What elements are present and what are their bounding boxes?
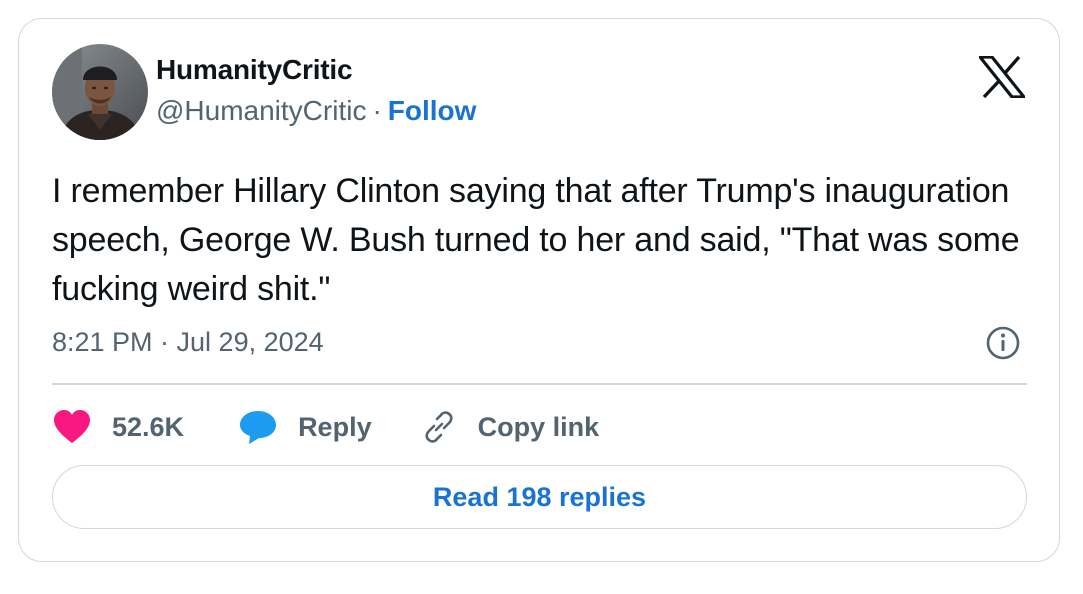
reply-label: Reply: [298, 411, 372, 442]
speech-bubble-icon: [240, 411, 277, 444]
follow-link[interactable]: Follow: [388, 95, 477, 126]
reply-button[interactable]: Reply: [238, 409, 372, 445]
avatar-photo: [52, 44, 148, 140]
like-button[interactable]: 52.6K: [52, 409, 184, 445]
divider: [52, 383, 1027, 385]
author-handle[interactable]: @HumanityCritic: [156, 95, 366, 126]
tweet-text: I remember Hillary Clinton saying that a…: [52, 172, 1020, 308]
like-count: 52.6K: [112, 411, 185, 442]
copy-link-label: Copy link: [477, 411, 600, 442]
author-display-name[interactable]: HumanityCritic: [156, 54, 353, 86]
link-icon: [425, 411, 453, 443]
read-replies-button[interactable]: Read 198 replies: [52, 465, 1027, 529]
tweet-embed-card: HumanityCritic @HumanityCritic · Follow I …: [18, 18, 1060, 562]
info-icon[interactable]: [985, 325, 1021, 361]
action-bar: 52.6K Reply Copy link: [52, 405, 599, 449]
tweet-timestamp[interactable]: 8:21 PM · Jul 29, 2024: [52, 327, 324, 358]
author-handle-row: @HumanityCritic · Follow: [156, 95, 476, 127]
avatar[interactable]: [52, 44, 148, 140]
copy-link-button[interactable]: Copy link: [420, 408, 600, 446]
separator-dot: ·: [372, 95, 382, 126]
heart-icon: [54, 410, 90, 443]
x-logo-icon[interactable]: [976, 55, 1028, 99]
